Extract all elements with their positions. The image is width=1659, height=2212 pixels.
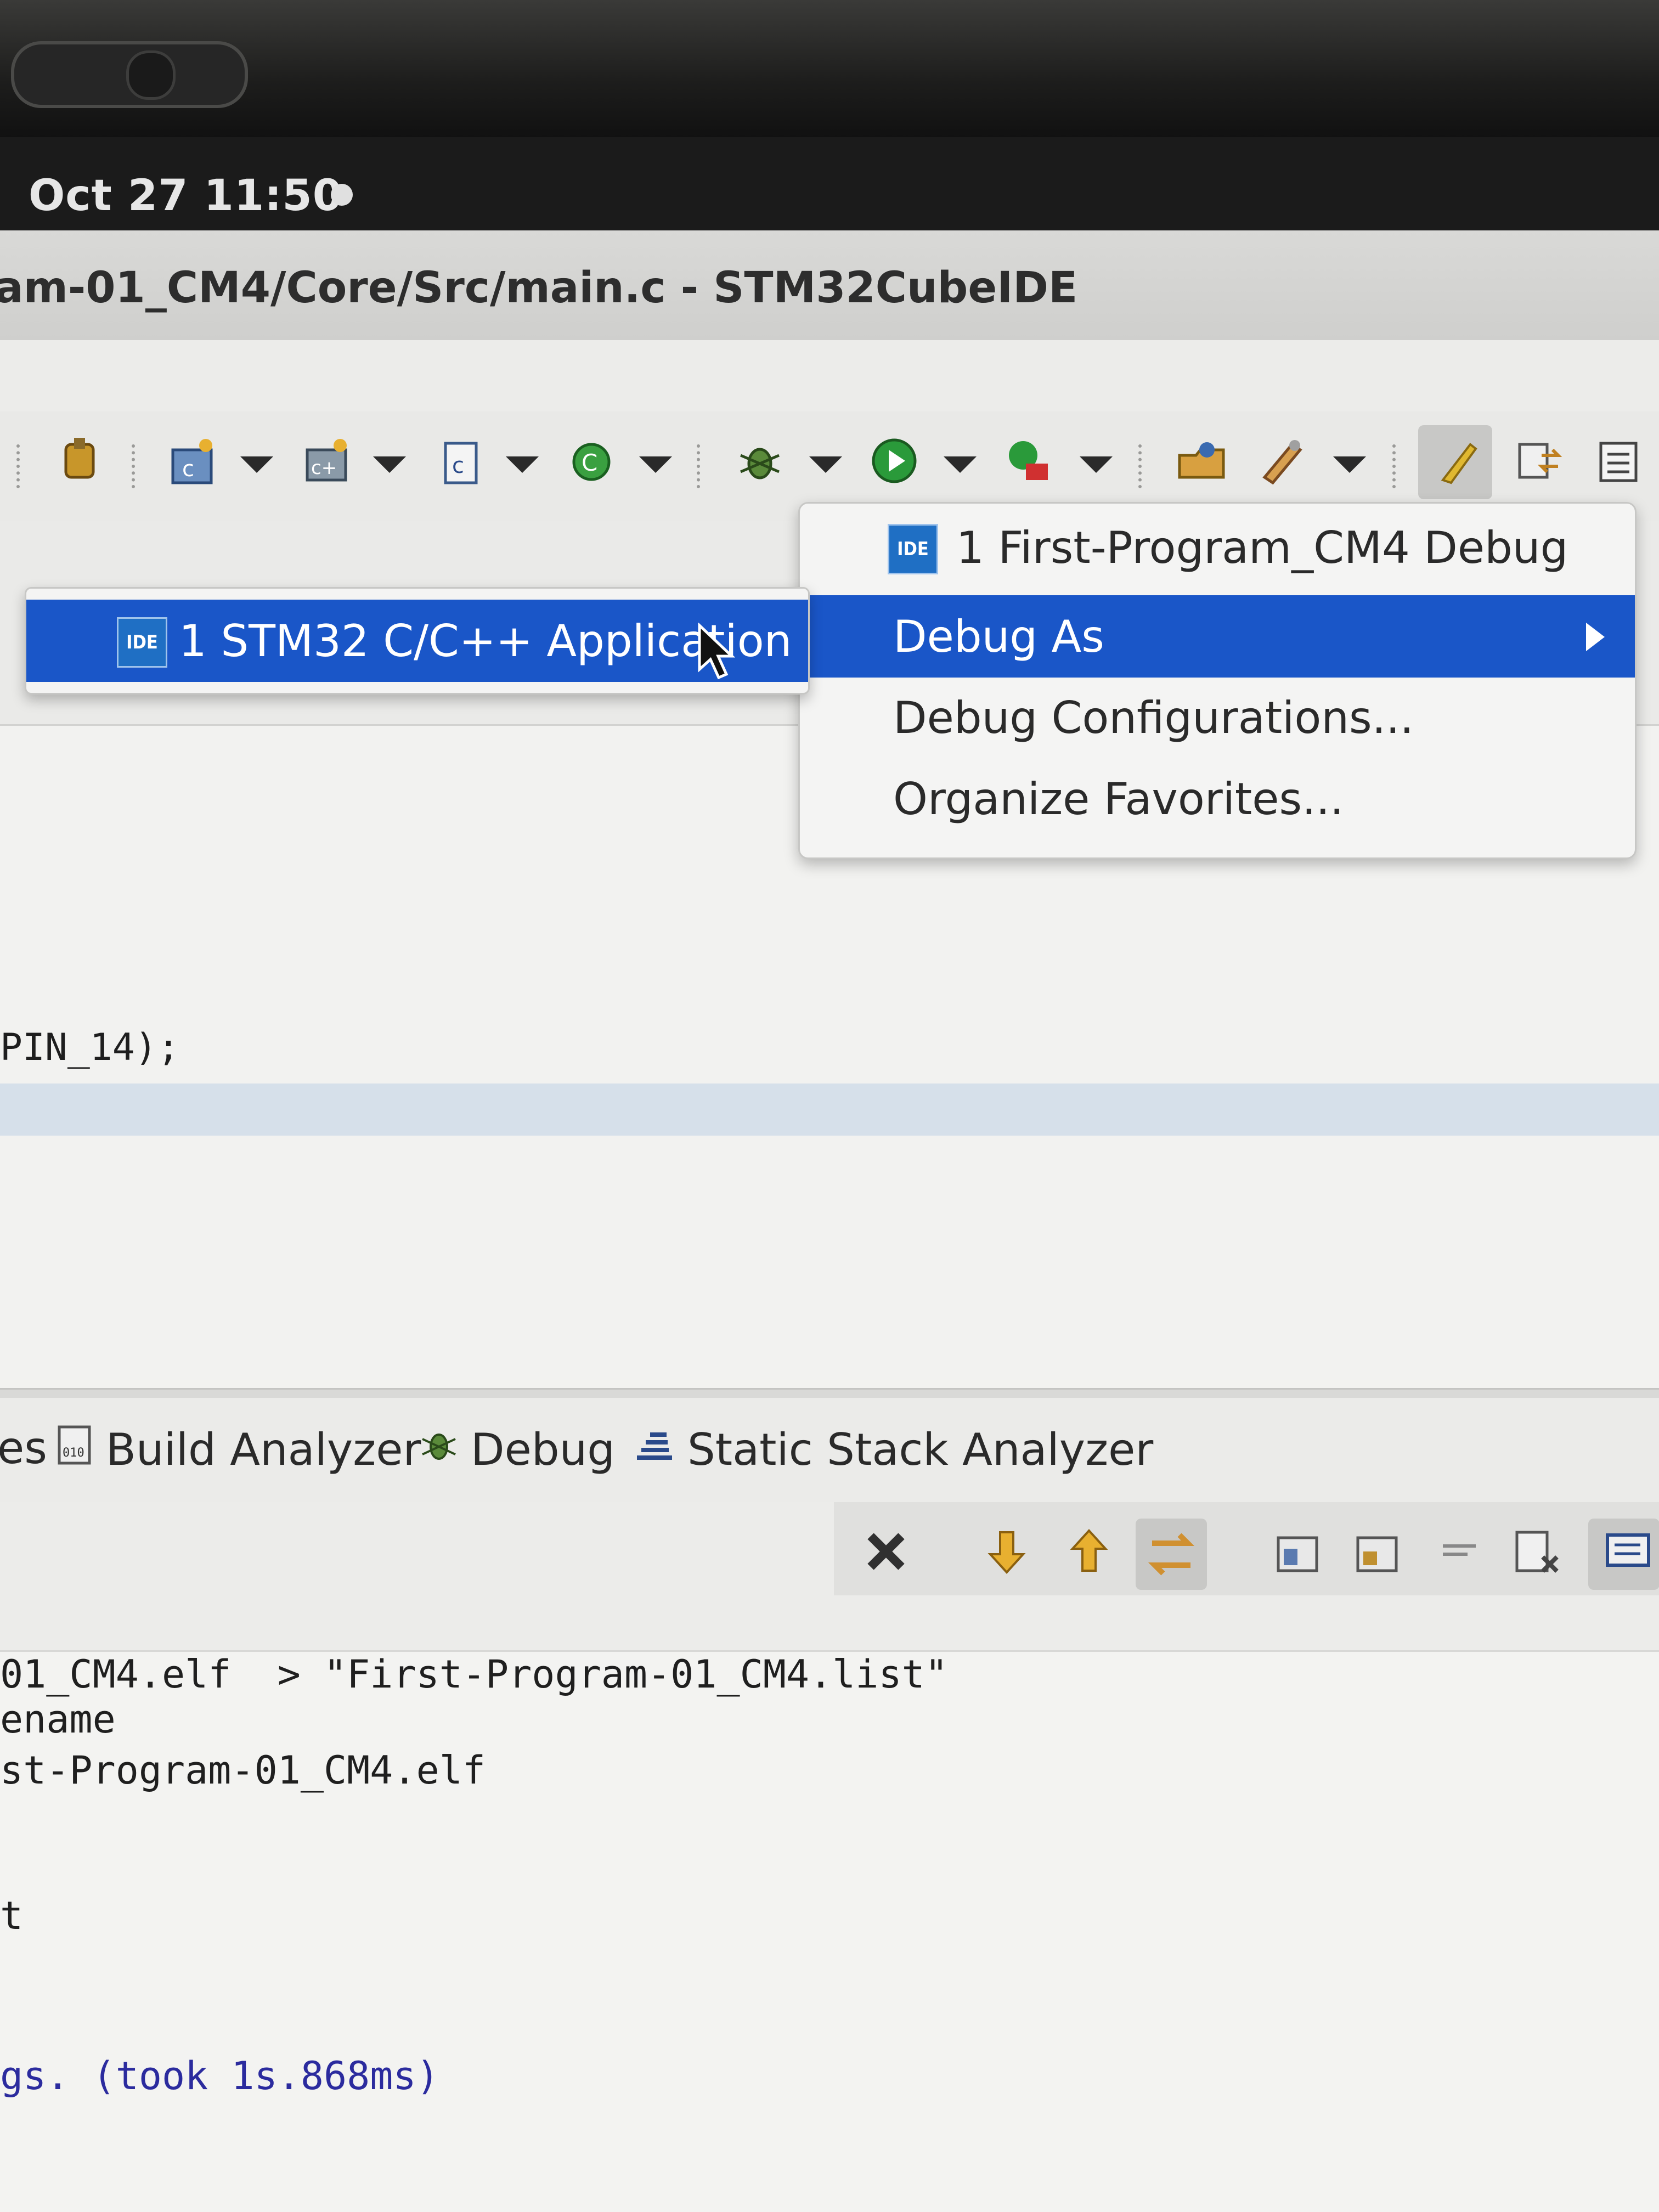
svg-text:C: C <box>582 449 597 476</box>
align-lines-icon[interactable] <box>1432 1524 1487 1579</box>
chevron-down-icon[interactable] <box>506 456 539 473</box>
build-tools-icon[interactable] <box>1254 433 1308 488</box>
mouse-cursor-icon <box>698 623 735 680</box>
toolbar-separator <box>132 444 139 488</box>
toolbar-separator <box>1392 444 1400 488</box>
tab-build-analyzer[interactable]: 010 Build Analyzer <box>55 1423 421 1477</box>
console-line: gs. (took 1s.868ms) <box>0 2053 439 2098</box>
console-output[interactable]: 01_CM4.elf > "First-Program-01_CM4.list"… <box>0 1650 1659 2212</box>
menu-item-label: Debug As <box>893 611 1104 662</box>
debug-bug-icon <box>417 1423 461 1477</box>
chevron-down-icon[interactable] <box>1080 456 1113 473</box>
tab-partial[interactable]: es <box>0 1423 47 1474</box>
chevron-down-icon[interactable] <box>240 456 273 473</box>
submenu-arrow-icon <box>1586 623 1605 651</box>
menu-item-label: 1 First-Program_CM4 Debug <box>956 522 1568 573</box>
menu-item-organize-favorites[interactable]: Organize Favorites... <box>800 758 1635 840</box>
chevron-down-icon[interactable] <box>809 456 842 473</box>
open-folder-icon[interactable] <box>1174 433 1229 488</box>
terminate-icon[interactable] <box>859 1524 913 1579</box>
system-top-bar: Oct 27 11:50 <box>0 137 1659 230</box>
toolbar-separator <box>1138 444 1146 488</box>
menu-item-label: Debug Configurations... <box>893 692 1414 743</box>
svg-text:c: c <box>182 456 194 482</box>
chevron-down-icon[interactable] <box>944 456 977 473</box>
ide-icon: IDE <box>117 617 167 668</box>
scroll-down-icon[interactable] <box>979 1524 1034 1579</box>
ide-icon: IDE <box>888 524 938 574</box>
toolbar-separator <box>697 444 704 488</box>
debug-dropdown-menu: IDE 1 First-Program_CM4 Debug Debug As D… <box>798 502 1637 859</box>
menu-item-recent-debug[interactable]: IDE 1 First-Program_CM4 Debug <box>800 506 1635 589</box>
submenu-item-stm32-application[interactable]: IDE 1 STM32 C/C++ Application <box>26 600 808 682</box>
menu-item-debug-as[interactable]: Debug As <box>800 595 1635 678</box>
bottom-panel-tabs: es 010 Build Analyzer Debug Static Stack… <box>0 1398 1659 1504</box>
highlight-icon[interactable] <box>1429 433 1484 488</box>
clear-console-icon[interactable] <box>1509 1524 1564 1579</box>
console-line: st-Program-01_CM4.elf <box>0 1748 486 1793</box>
menu-bar <box>0 340 1659 411</box>
clock[interactable]: Oct 27 11:50 <box>29 171 343 221</box>
screen: Oct 27 11:50 am-01_CM4/Core/Src/main.c -… <box>0 0 1659 2212</box>
debug-perspective-icon[interactable] <box>52 433 107 488</box>
console-line: t <box>0 1893 24 1938</box>
pin-console-icon[interactable] <box>1270 1524 1325 1579</box>
toggle-icon[interactable] <box>1511 433 1566 488</box>
stack-analyzer-icon <box>634 1423 678 1477</box>
toolbar-separator <box>16 444 24 488</box>
console-view-icon[interactable] <box>1591 433 1646 488</box>
svg-text:010: 010 <box>63 1446 84 1460</box>
external-tools-icon[interactable] <box>1001 433 1056 488</box>
status-dot-icon <box>331 184 353 206</box>
console-line: 01_CM4.elf > "First-Program-01_CM4.list" <box>0 1652 948 1697</box>
build-analyzer-icon: 010 <box>55 1423 96 1477</box>
camera-lens <box>126 50 176 100</box>
lock-console-icon[interactable] <box>1350 1524 1404 1579</box>
tab-label: Debug <box>471 1424 616 1475</box>
window-title: am-01_CM4/Core/Src/main.c - STM32CubeIDE <box>0 263 1078 313</box>
scroll-up-icon[interactable] <box>1062 1524 1116 1579</box>
svg-text:c+: c+ <box>311 457 337 479</box>
console-toolbar <box>0 1502 1659 1650</box>
tab-label: es <box>0 1423 47 1474</box>
word-wrap-toggle[interactable] <box>1136 1519 1207 1590</box>
tab-label: Build Analyzer <box>106 1424 421 1475</box>
tab-debug[interactable]: Debug <box>417 1423 615 1477</box>
new-source-file-icon[interactable]: c <box>433 433 488 488</box>
menu-item-label: Organize Favorites... <box>893 773 1344 825</box>
refresh-icon[interactable]: C <box>565 433 620 488</box>
chevron-down-icon[interactable] <box>639 456 672 473</box>
window-title-bar[interactable]: am-01_CM4/Core/Src/main.c - STM32CubeIDE <box>0 230 1659 341</box>
console-line: ename <box>0 1697 116 1742</box>
current-line-highlight <box>0 1084 1659 1136</box>
debug-as-submenu: IDE 1 STM32 C/C++ Application <box>25 587 810 695</box>
device-bezel <box>0 0 1659 137</box>
menu-item-debug-configurations[interactable]: Debug Configurations... <box>800 676 1635 759</box>
new-c-project-icon[interactable]: c <box>165 433 219 488</box>
code-line[interactable]: PIN_14); <box>0 1026 180 1069</box>
new-cpp-project-icon[interactable]: c+ <box>299 433 354 488</box>
chevron-down-icon[interactable] <box>1333 456 1366 473</box>
run-icon[interactable] <box>867 433 922 488</box>
chevron-down-icon[interactable] <box>373 456 406 473</box>
display-console-icon[interactable] <box>1588 1519 1659 1590</box>
svg-text:c: c <box>452 453 464 478</box>
debug-bug-icon[interactable] <box>732 433 787 488</box>
tab-static-stack-analyzer[interactable]: Static Stack Analyzer <box>634 1423 1153 1477</box>
tab-label: Static Stack Analyzer <box>687 1424 1154 1475</box>
